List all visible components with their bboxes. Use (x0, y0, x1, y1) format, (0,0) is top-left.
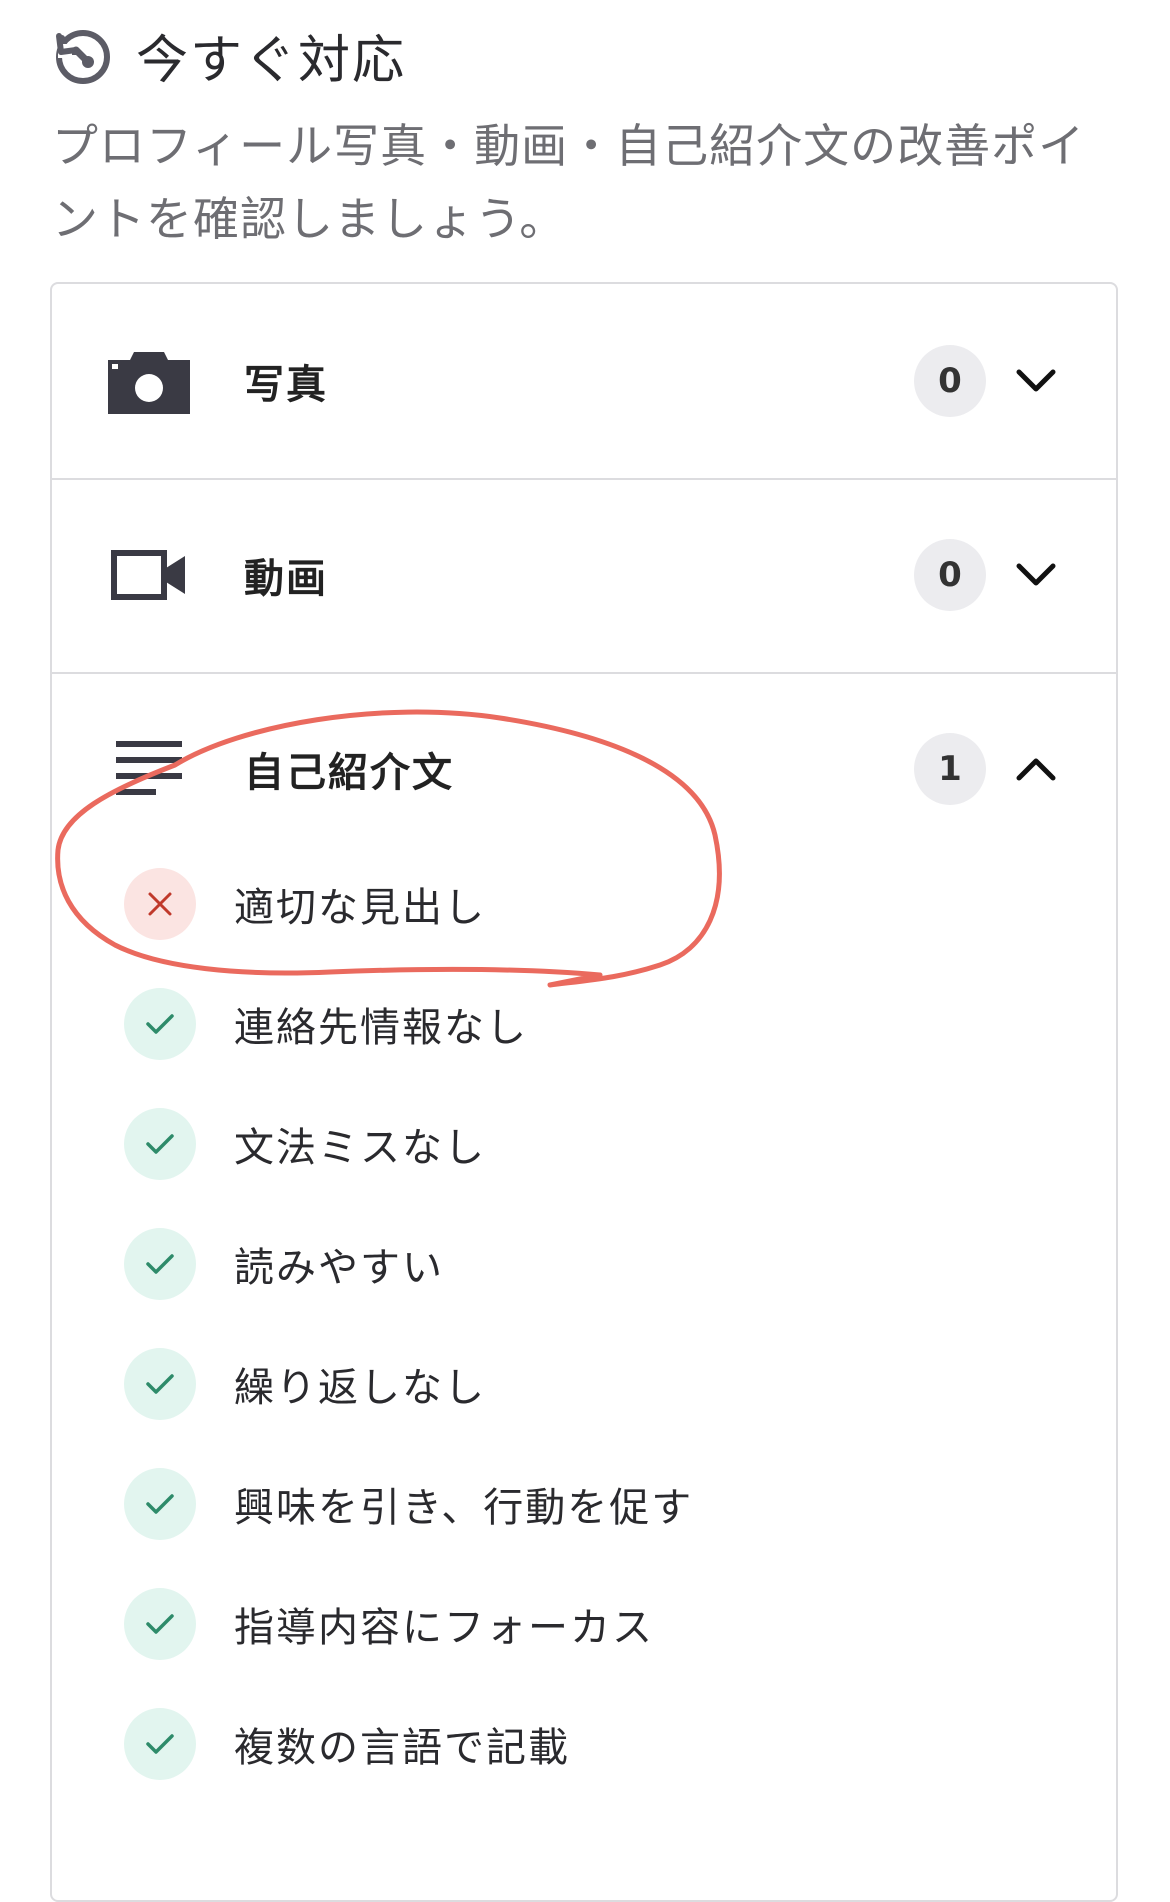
text-lines-icon (108, 734, 190, 804)
checklist: 適切な見出し 連絡先情報なし 文法ミスなし 読みやすい 繰り返しなし 興味を引き… (124, 844, 1024, 1804)
section-label: 自己紹介文 (244, 750, 454, 796)
checklist-item-label: 指導内容にフォーカス (234, 1605, 654, 1651)
checklist-item: 文法ミスなし (124, 1084, 1024, 1204)
checklist-item-label: 繰り返しなし (234, 1365, 486, 1411)
checklist-item: 連絡先情報なし (124, 964, 1024, 1084)
section-video[interactable]: 動画 0 (52, 478, 1116, 674)
checklist-item-label: 連絡先情報なし (234, 1005, 528, 1051)
page-title: 今すぐ対応 (136, 30, 407, 91)
check-icon (124, 1348, 196, 1420)
count-badge: 1 (914, 733, 986, 805)
title-row: 今すぐ対応 (52, 22, 1112, 91)
check-icon (124, 1708, 196, 1780)
checklist-item: 指導内容にフォーカス (124, 1564, 1024, 1684)
section-self-introduction[interactable]: 自己紹介文 1 (52, 672, 1116, 866)
check-icon (124, 988, 196, 1060)
camera-icon (108, 346, 190, 416)
check-icon (124, 1108, 196, 1180)
video-camera-icon (108, 540, 190, 610)
check-icon (124, 1228, 196, 1300)
section-label: 写真 (244, 362, 328, 408)
checklist-item: 繰り返しなし (124, 1324, 1024, 1444)
checklist-item-label: 適切な見出し (234, 885, 486, 931)
checklist-item-label: 文法ミスなし (234, 1125, 486, 1171)
chevron-down-icon[interactable] (1010, 549, 1062, 601)
checklist-item: 興味を引き、行動を促す (124, 1444, 1024, 1564)
check-icon (124, 1588, 196, 1660)
checklist-item-label: 読みやすい (234, 1245, 444, 1291)
checklist-item: 適切な見出し (124, 844, 1024, 964)
chevron-down-icon[interactable] (1010, 355, 1062, 407)
checklist-item-label: 複数の言語で記載 (234, 1725, 570, 1771)
checklist-item: 複数の言語で記載 (124, 1684, 1024, 1804)
chevron-up-icon[interactable] (1010, 743, 1062, 795)
count-badge: 0 (914, 345, 986, 417)
header: 今すぐ対応 プロフィール写真・動画・自己紹介文の改善ポイントを確認しましょう。 (52, 22, 1112, 256)
check-icon (124, 1468, 196, 1540)
count-badge: 0 (914, 539, 986, 611)
improvement-card: 写真 0 動画 0 自己紹介文 1 適切な見出し 連絡先情報なし 文法ミスなし … (50, 282, 1118, 1902)
cross-icon (124, 868, 196, 940)
section-label: 動画 (244, 556, 328, 602)
section-photo[interactable]: 写真 0 (52, 284, 1116, 480)
page-subtitle: プロフィール写真・動画・自己紹介文の改善ポイントを確認しましょう。 (52, 119, 1086, 246)
checklist-item: 読みやすい (124, 1204, 1024, 1324)
checklist-item-label: 興味を引き、行動を促す (234, 1485, 694, 1531)
history-clock-icon (52, 24, 114, 86)
